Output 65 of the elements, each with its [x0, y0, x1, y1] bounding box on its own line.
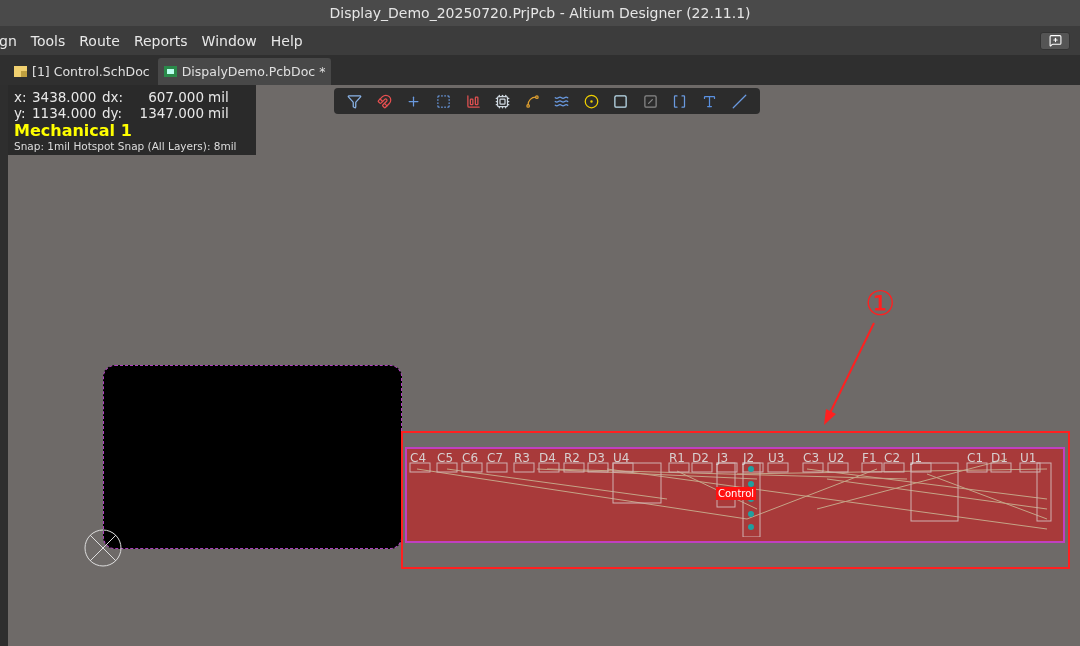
component-designator: C1 — [967, 451, 983, 465]
component-designator: C2 — [884, 451, 900, 465]
layer-name: Mechanical 1 — [14, 121, 133, 140]
axis-label: y: — [14, 105, 27, 121]
document-tab[interactable]: [1] Control.SchDoc — [8, 58, 156, 85]
dashed-square-icon[interactable] — [435, 93, 451, 109]
text-icon[interactable] — [702, 93, 718, 109]
component-designator: C5 — [437, 451, 453, 465]
comment-plus-icon — [1048, 34, 1062, 47]
route-icon[interactable] — [524, 93, 540, 109]
component-designator: U4 — [613, 451, 630, 465]
plus-icon[interactable] — [406, 93, 422, 109]
coordinate-value: 1134.000 — [32, 105, 98, 121]
menu-item[interactable]: Tools — [30, 32, 66, 49]
component-designator: J2 — [743, 451, 755, 465]
delta-label: dx: — [102, 89, 125, 105]
document-tab[interactable]: DispalyDemo.PcbDoc * — [157, 58, 332, 85]
component-designator: U3 — [768, 451, 785, 465]
component-designator: C3 — [803, 451, 819, 465]
circuit-board-icon — [163, 66, 177, 77]
component-designator: C4 — [410, 451, 426, 465]
component-designator: R1 — [669, 451, 685, 465]
window-title: Display_Demo_20250720.PrjPcb - Altium Designer (22.11.1) — [329, 5, 751, 21]
delta-value: 607.000 — [147, 89, 205, 105]
component-designator: J3 — [717, 451, 729, 465]
component-designator: R3 — [514, 451, 530, 465]
component-designator: R2 — [564, 451, 580, 465]
component-designator: D1 — [991, 451, 1008, 465]
room-label: Control — [716, 487, 757, 500]
component-designator: D4 — [539, 451, 556, 465]
magnet-icon[interactable] — [376, 93, 392, 109]
origin-marker-icon — [83, 528, 123, 568]
coordinate-value: 3438.000 — [32, 89, 98, 105]
axis-label: x: — [14, 89, 28, 105]
snap-info: Snap: 1mil Hotspot Snap (All Layers): 8mil — [14, 140, 238, 152]
filter-icon[interactable] — [347, 93, 363, 109]
component-designator: F1 — [862, 451, 877, 465]
menu-item[interactable]: Reports — [133, 32, 188, 49]
line-icon[interactable] — [731, 93, 747, 109]
component-designator: C6 — [462, 451, 478, 465]
bar-chart-icon[interactable] — [465, 93, 481, 109]
add-comment-button[interactable] — [1040, 31, 1070, 50]
menu-item[interactable]: Window — [201, 32, 257, 49]
chip-icon[interactable] — [495, 93, 511, 109]
component-designator: D2 — [692, 451, 709, 465]
document-icon — [14, 66, 27, 77]
fill-icon[interactable] — [613, 93, 629, 109]
menu-item[interactable]: Help — [270, 32, 303, 49]
tab-label: [1] Control.SchDoc — [32, 64, 150, 79]
callout-number: ① — [865, 285, 896, 321]
component-designator: U2 — [828, 451, 845, 465]
unit-label: mil — [208, 89, 230, 105]
component-designator: J1 — [911, 451, 923, 465]
bracket-icon[interactable] — [672, 93, 688, 109]
delta-value: 1347.000 — [138, 105, 205, 121]
menu-item[interactable]: Route — [79, 32, 120, 49]
menu-item[interactable]: gn — [0, 32, 17, 49]
tab-label: DispalyDemo.PcbDoc * — [181, 64, 326, 79]
unit-label: mil — [208, 105, 230, 121]
component-designator: U1 — [1020, 451, 1037, 465]
component-designator: D3 — [588, 451, 605, 465]
via-icon[interactable] — [583, 93, 599, 109]
slash-square-icon[interactable] — [642, 93, 658, 109]
delta-label: dy: — [102, 105, 124, 121]
component-designator: C7 — [487, 451, 503, 465]
